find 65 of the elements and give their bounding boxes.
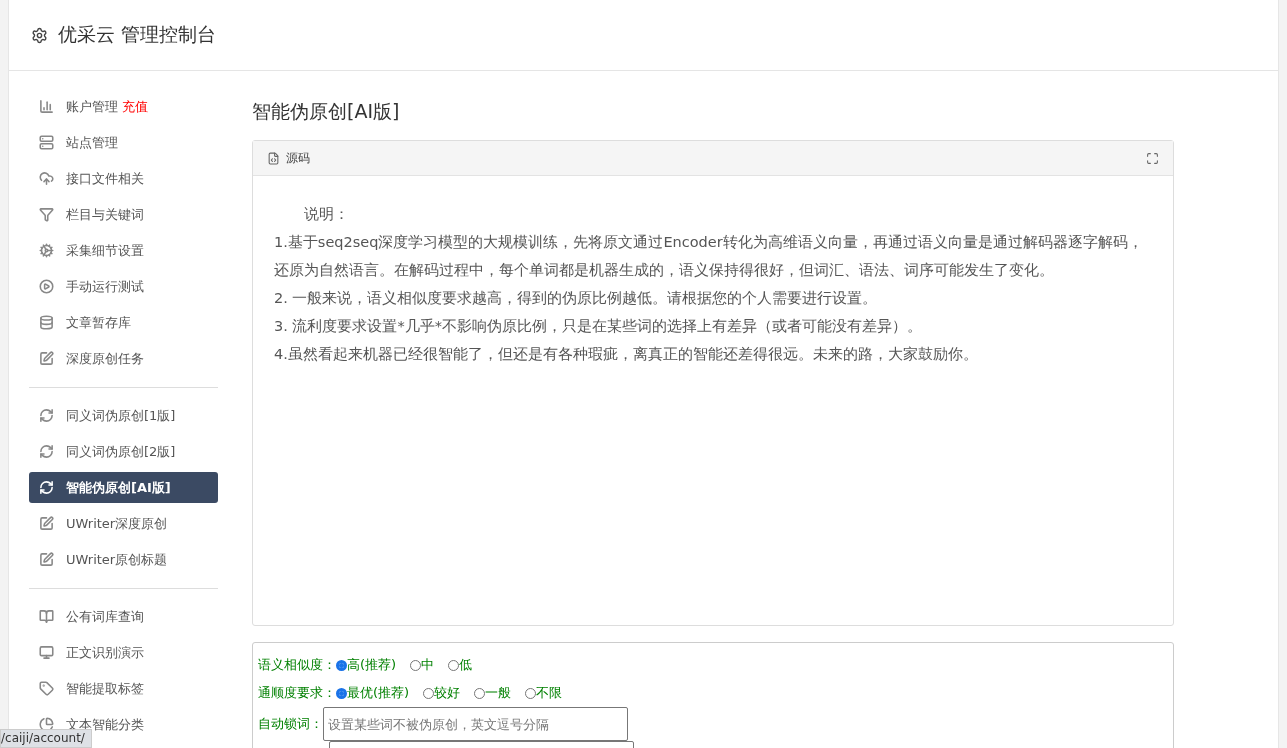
sidebar-item[interactable]: 同义词伪原创[1版] [29,400,218,431]
radio-button[interactable] [336,687,347,699]
radio-label[interactable]: 高(推荐) [347,656,397,674]
radio-button[interactable] [448,659,460,671]
radio-button[interactable] [336,659,347,671]
sidebar-item[interactable]: 文章暂存库 [29,307,218,338]
recharge-link[interactable]: 充值 [122,97,148,116]
gears-icon [39,243,54,258]
sidebar-item[interactable]: 同义词伪原创[2版] [29,436,218,467]
edit-icon [39,552,54,567]
monitor-icon [39,645,54,660]
paragraph: 4.虽然看起来机器已经很智能了，但还是有各种瑕疵，离真正的智能还差得很远。未来的路，大家鼓励你。 [274,345,979,364]
paragraph: 说明： [303,205,350,224]
radio-label[interactable]: 中 [421,656,435,674]
fullscreen-icon[interactable] [1146,151,1159,165]
tag-icon [39,681,54,696]
sidebar-item[interactable]: UWriter原创标题 [29,544,218,575]
sidebar-item[interactable]: 智能提取标签 [29,673,218,704]
sidebar-item[interactable]: 深度原创任务 [29,343,218,374]
radio-label[interactable]: 不限 [536,684,563,702]
sidebar-item[interactable]: 智能伪原创[AI版] [29,472,218,503]
bar-chart-icon [39,99,54,114]
settings-icon [31,26,48,44]
radio-label[interactable]: 一般 [485,684,512,702]
sidebar-item[interactable]: 采集细节设置 [29,235,218,266]
option-label: 语义相似度： [258,656,336,674]
option-label: 通顺度要求： [258,684,336,702]
sidebar-item[interactable]: 栏目与关键词 [29,199,218,230]
radio-label[interactable]: 低 [459,656,473,674]
database-icon [39,315,54,330]
input-field[interactable]: 设置某些词不被伪原创，英文逗号分隔 [323,707,628,741]
radio-button[interactable] [525,687,537,699]
option-label: 自动锁词： [258,715,323,733]
source-button[interactable]: 源码 [286,149,310,167]
refresh-icon [39,480,54,495]
radio-button[interactable] [474,687,486,699]
pie-chart-icon [39,717,54,732]
filter-icon [39,207,54,222]
play-icon [39,279,54,294]
refresh-icon [39,408,54,423]
edit-icon [39,516,54,531]
sidebar-item[interactable]: 站点管理 [29,127,218,158]
app-title: 优采云 管理控制台 [58,22,217,47]
radio-button[interactable] [410,659,422,671]
server-icon [39,135,54,150]
edit-icon [39,351,54,366]
paragraph: 2. 一般来说，语义相似度要求越高，得到的伪原比例越低。请根据您的个人需要进行设置。 [274,289,879,308]
page-title: 智能伪原创[AI版] [252,99,401,124]
sidebar-item[interactable]: 正文识别演示 [29,637,218,668]
source-code-icon[interactable] [267,151,280,165]
sidebar-item[interactable]: 手动运行测试 [29,271,218,302]
paragraph: 1.基于seq2seq深度学习模型的大规模训练，先将原文通过Encoder转化为高维语义向量，再通过语义向量是通过解码器逐字解码，还原为自然语言。在解码过程中，每个单词都是机器生成的，语义保持得很好，但词汇、语法、词序可能发生了变化。 [274,233,1144,280]
radio-button[interactable] [423,687,435,699]
item-label: 账户管理 [66,97,118,116]
sidebar-item[interactable]: 公有词库查询 [29,601,218,632]
radio-label[interactable]: 最优(推荐) [347,684,410,702]
sidebar-item[interactable]: 账户管理 充值 [29,91,218,122]
refresh-icon [39,444,54,459]
book-icon [39,609,54,624]
status-url: /caiji/account/ [0,729,92,748]
radio-label[interactable]: 较好 [434,684,461,702]
cloud-upload-icon [39,171,54,186]
paragraph: 3. 流利度要求设置*几乎*不影响伪原比例，只是在某些词的选择上有差异（或者可能没有差异）。 [274,317,923,336]
sidebar-item[interactable]: UWriter深度原创 [29,508,218,539]
sidebar-item[interactable]: 接口文件相关 [29,163,218,194]
